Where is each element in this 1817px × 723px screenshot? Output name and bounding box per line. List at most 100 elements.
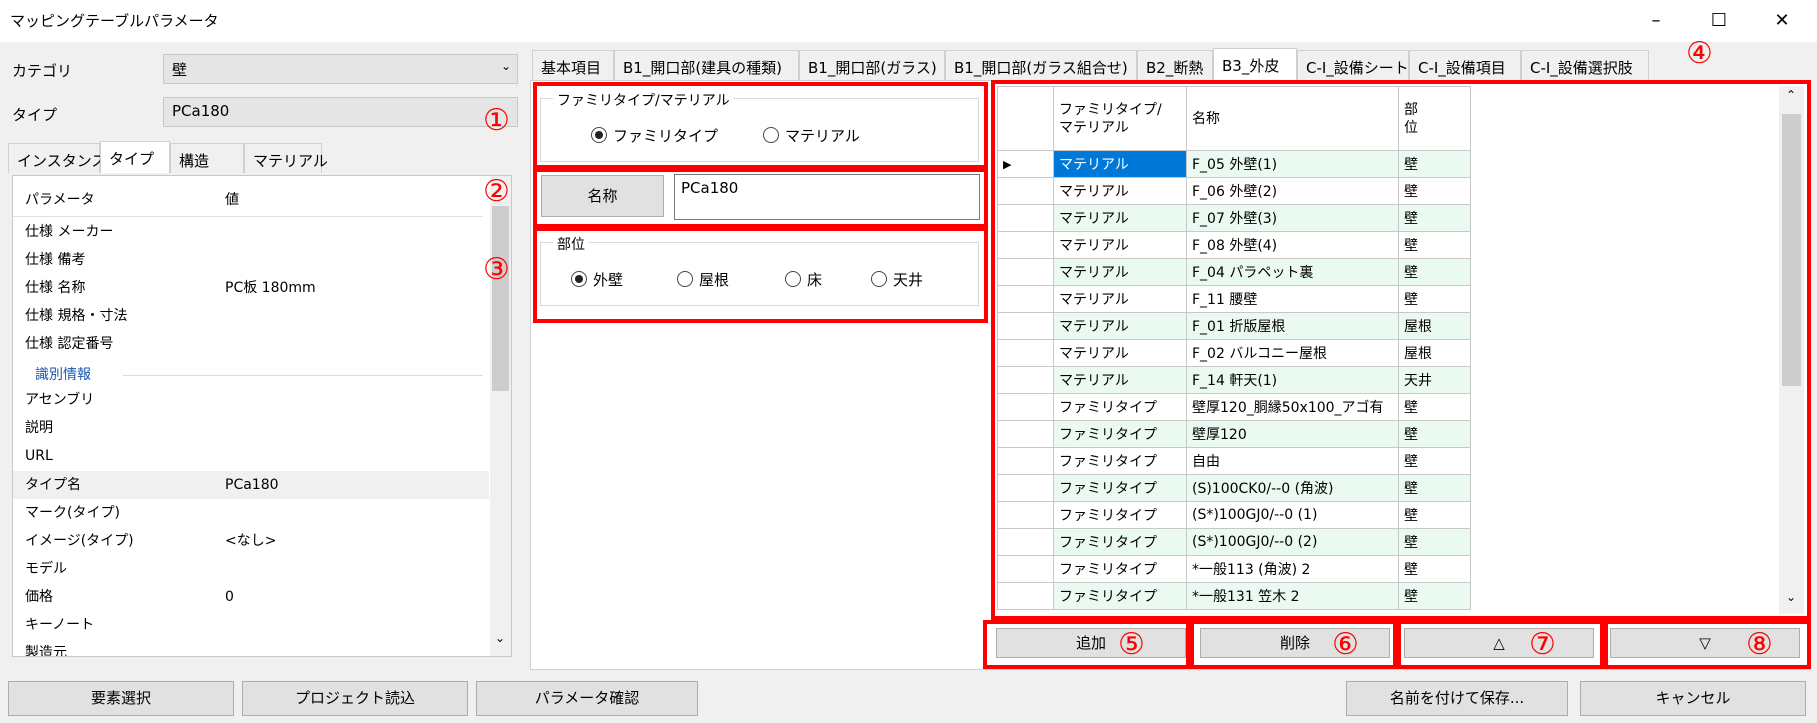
row-header[interactable] (997, 285, 1054, 313)
cell-name[interactable]: F_08 外壁(4) (1186, 231, 1399, 259)
cell-part[interactable]: 壁 (1398, 555, 1471, 583)
prop-row[interactable]: キーノート (25, 611, 94, 639)
cell-part[interactable]: 壁 (1398, 474, 1471, 502)
cell-type[interactable]: ファミリタイプ (1053, 528, 1187, 556)
check-parameters-button[interactable]: パラメータ確認 (476, 681, 698, 716)
cell-part[interactable]: 壁 (1398, 204, 1471, 232)
col-header-name[interactable]: 名称 (1186, 86, 1399, 151)
tab-type[interactable]: タイプ (100, 141, 170, 173)
minimize-button[interactable]: – (1630, 6, 1682, 36)
cell-name[interactable]: (S*)100GJ0/--0 (1) (1186, 501, 1399, 529)
row-header[interactable] (997, 177, 1054, 205)
cell-type[interactable]: ファミリタイプ (1053, 447, 1187, 475)
cell-type[interactable]: ファミリタイプ (1053, 582, 1187, 610)
tab-b1-glass[interactable]: B1_開口部(ガラス) (799, 50, 945, 80)
row-header[interactable] (997, 231, 1054, 259)
table-row[interactable]: ファミリタイプ 壁厚120_胴縁50x100_アゴ有壁 (997, 393, 1471, 421)
cell-name[interactable]: F_14 軒天(1) (1186, 366, 1399, 394)
table-row[interactable]: マテリアル F_07 外壁(3) 壁 (997, 204, 1471, 232)
cell-part[interactable]: 壁 (1398, 231, 1471, 259)
prop-row[interactable]: 価格 0 (25, 583, 234, 611)
cell-part[interactable]: 屋根 (1398, 312, 1471, 340)
cell-type[interactable]: マテリアル (1053, 177, 1187, 205)
table-row[interactable]: ファミリタイプ 壁厚120 壁 (997, 420, 1471, 448)
cell-part[interactable]: 天井 (1398, 366, 1471, 394)
close-button[interactable]: ✕ (1756, 6, 1808, 36)
cell-name[interactable]: F_05 外壁(1) (1186, 150, 1399, 178)
row-header[interactable] (997, 528, 1054, 556)
add-button[interactable]: 追加 (996, 628, 1186, 658)
row-header[interactable] (997, 501, 1054, 529)
table-row[interactable]: マテリアル F_11 腰壁壁 (997, 285, 1471, 313)
row-header[interactable] (997, 258, 1054, 286)
chevron-down-icon[interactable]: ⌄ (1786, 590, 1796, 604)
cell-part[interactable]: 壁 (1398, 285, 1471, 313)
cell-type[interactable]: ファミリタイプ (1053, 393, 1187, 421)
radio-exterior-wall[interactable]: 外壁 (571, 270, 623, 290)
category-combo[interactable]: 壁 ⌄ (163, 54, 518, 84)
prop-row[interactable]: タイプ名 PCa180 (25, 471, 279, 499)
tab-basic[interactable]: 基本項目 (532, 50, 614, 80)
cell-name[interactable]: 壁厚120 (1186, 420, 1399, 448)
move-up-button[interactable]: △ (1404, 628, 1594, 658)
cell-type[interactable]: マテリアル (1053, 366, 1187, 394)
cell-part[interactable]: 壁 (1398, 501, 1471, 529)
scrollbar-thumb[interactable] (1782, 114, 1801, 386)
property-grid[interactable]: パラメータ 値 仕様 メーカー 仕様 備考 仕様 名称 PC板 180mm 仕様 規… (12, 175, 512, 657)
table-row[interactable]: ファミリタイプ (S*)100GJ0/--0 (2) 壁 (997, 528, 1471, 556)
tab-b1-glass-combo[interactable]: B1_開口部(ガラス組合せ) (945, 50, 1137, 80)
cell-name[interactable]: F_04 パラペット裏 (1186, 258, 1399, 286)
chevron-up-icon[interactable]: ⌃ (1786, 88, 1796, 102)
prop-row[interactable]: モデル (25, 555, 67, 583)
tab-b1-fittings[interactable]: B1_開口部(建具の種類) (614, 50, 799, 80)
prop-row[interactable]: 説明 (25, 414, 53, 442)
radio-floor[interactable]: 床 (785, 270, 822, 290)
cell-name[interactable]: *一般113 (角波) 2 (1186, 555, 1399, 583)
table-row[interactable]: ファミリタイプ 自由壁 (997, 447, 1471, 475)
prop-row[interactable]: 仕様 メーカー (25, 218, 113, 246)
prop-row[interactable]: アセンブリ (25, 386, 94, 414)
prop-row[interactable]: マーク(タイプ) (25, 499, 120, 527)
radio-material[interactable]: マテリアル (763, 126, 860, 146)
tab-ci-items[interactable]: C-I_設備項目 (1409, 50, 1521, 80)
cell-type[interactable]: マテリアル (1053, 204, 1187, 232)
radio-family-type[interactable]: ファミリタイプ (591, 126, 718, 146)
cell-name[interactable]: F_06 外壁(2) (1186, 177, 1399, 205)
prop-row[interactable]: イメージ(タイプ) <なし> (25, 527, 276, 555)
grid-scrollbar[interactable]: ⌃ ⌄ (1779, 86, 1804, 614)
prop-row[interactable]: 仕様 規格・寸法 (25, 302, 127, 330)
row-header[interactable] (997, 555, 1054, 583)
cell-part[interactable]: 壁 (1398, 528, 1471, 556)
table-row[interactable]: マテリアル F_08 外壁(4) 壁 (997, 231, 1471, 259)
cell-type[interactable]: マテリアル (1053, 285, 1187, 313)
table-row[interactable]: マテリアル F_14 軒天(1) 天井 (997, 366, 1471, 394)
name-button[interactable]: 名称 (541, 175, 664, 217)
cell-name[interactable]: *一般131 笠木 2 (1186, 582, 1399, 610)
cell-part[interactable]: 壁 (1398, 393, 1471, 421)
mapping-grid[interactable]: ファミリタイプ/ マテリアル 名称 部 位 ▶ マテリアル F_05 外壁(1) 壁 … (997, 86, 1785, 614)
tab-ci-sheet[interactable]: C-I_設備シート (1297, 50, 1409, 80)
col-header-part[interactable]: 部 位 (1398, 86, 1471, 151)
cell-type[interactable]: マテリアル (1053, 339, 1187, 367)
radio-ceiling[interactable]: 天井 (871, 270, 923, 290)
row-header[interactable] (997, 447, 1054, 475)
tab-material[interactable]: マテリアル (244, 143, 328, 173)
row-header[interactable] (997, 204, 1054, 232)
save-as-button[interactable]: 名前を付けて保存... (1346, 681, 1568, 716)
cell-type[interactable]: ファミリタイプ (1053, 555, 1187, 583)
row-header[interactable] (997, 474, 1054, 502)
cell-type[interactable]: マテリアル (1053, 258, 1187, 286)
cell-part[interactable]: 壁 (1398, 258, 1471, 286)
scrollbar-thumb[interactable] (492, 206, 509, 391)
tab-b2-insulation[interactable]: B2_断熱 (1137, 50, 1213, 80)
row-header[interactable] (997, 393, 1054, 421)
cell-type[interactable]: ファミリタイプ (1053, 420, 1187, 448)
table-row[interactable]: ファミリタイプ *一般113 (角波) 2壁 (997, 555, 1471, 583)
cell-part[interactable]: 壁 (1398, 582, 1471, 610)
prop-row[interactable]: URL (25, 442, 53, 470)
col-header-type[interactable]: ファミリタイプ/ マテリアル (1053, 86, 1187, 151)
table-row[interactable]: マテリアル F_04 パラペット裏壁 (997, 258, 1471, 286)
cell-name[interactable]: 壁厚120_胴縁50x100_アゴ有 (1186, 393, 1399, 421)
tab-structure[interactable]: 構造 (170, 143, 244, 173)
cell-name[interactable]: F_07 外壁(3) (1186, 204, 1399, 232)
